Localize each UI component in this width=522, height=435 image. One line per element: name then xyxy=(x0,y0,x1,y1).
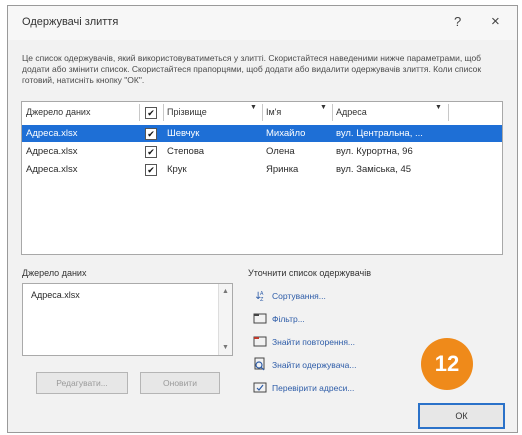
row-checkbox[interactable]: ✔ xyxy=(145,164,157,176)
find-recipient-link-label: Знайти одержувача... xyxy=(272,360,357,370)
filter-link[interactable]: Фільтр... xyxy=(253,311,373,327)
row-source: Адреса.xlsx xyxy=(26,164,78,175)
grid-header-row: Джерело даних ✔ Прізвище ▼ Ім'я ▼ Адреса… xyxy=(22,104,502,121)
data-source-label: Джерело даних xyxy=(22,268,87,278)
title-bar: Одержувачі злиття ? × xyxy=(8,6,517,40)
row-address: вул. Заміська, 45 xyxy=(336,164,412,175)
row-surname: Шевчук xyxy=(167,128,200,139)
refresh-button[interactable]: Оновити xyxy=(140,372,220,394)
find-duplicates-link[interactable]: Знайти повторення... xyxy=(253,334,393,350)
recipients-grid: Джерело даних ✔ Прізвище ▼ Ім'я ▼ Адреса… xyxy=(21,101,503,255)
instructions-text: Це список одержувачів, який використовув… xyxy=(22,53,482,85)
filter-icon xyxy=(253,313,267,324)
find-recipient-link[interactable]: Знайти одержувача... xyxy=(253,357,393,373)
row-name: Яринка xyxy=(266,164,299,175)
column-header-address[interactable]: Адреса xyxy=(332,104,449,121)
validate-addresses-icon xyxy=(253,382,267,393)
column-header-source[interactable]: Джерело даних xyxy=(22,104,140,121)
row-address: вул. Курортна, 96 xyxy=(336,146,413,157)
validate-addresses-link[interactable]: Перевірити адреси... xyxy=(253,380,393,396)
dialog-title: Одержувачі злиття xyxy=(22,16,119,28)
close-button[interactable]: × xyxy=(491,13,500,30)
sort-link[interactable]: ↓ A Z Сортування... xyxy=(253,288,373,304)
column-header-surname[interactable]: Прізвище xyxy=(163,104,263,121)
data-source-list[interactable]: Адреса.xlsx ▲ ▼ xyxy=(22,283,233,356)
filter-link-label: Фільтр... xyxy=(272,314,305,324)
table-row[interactable]: Адреса.xlsx ✔ Крук Яринка вул. Заміська,… xyxy=(22,161,502,178)
scroll-down-icon[interactable]: ▼ xyxy=(222,344,229,351)
row-name: Олена xyxy=(266,146,295,157)
data-source-scrollbar[interactable]: ▲ ▼ xyxy=(218,284,232,355)
sort-icon: ↓ A Z xyxy=(254,291,264,302)
validate-addresses-link-label: Перевірити адреси... xyxy=(272,383,355,393)
data-source-item[interactable]: Адреса.xlsx xyxy=(31,290,80,300)
row-source: Адреса.xlsx xyxy=(26,146,78,157)
row-name: Михайло xyxy=(266,128,306,139)
scroll-up-icon[interactable]: ▲ xyxy=(222,288,229,295)
refine-list-label: Уточнити список одержувачів xyxy=(248,268,371,278)
row-checkbox[interactable]: ✔ xyxy=(145,128,157,140)
name-dropdown-arrow-icon[interactable]: ▼ xyxy=(320,104,327,111)
ok-button[interactable]: ОК xyxy=(418,403,505,429)
table-row[interactable]: Адреса.xlsx ✔ Степова Олена вул. Курортн… xyxy=(22,143,502,160)
address-dropdown-arrow-icon[interactable]: ▼ xyxy=(435,104,442,111)
duplicates-icon xyxy=(253,336,267,347)
row-surname: Степова xyxy=(167,146,205,157)
row-address: вул. Центральна, ... xyxy=(336,128,423,139)
column-header-checkbox[interactable]: ✔ xyxy=(139,104,164,121)
find-duplicates-link-label: Знайти повторення... xyxy=(272,337,356,347)
svg-text:Z: Z xyxy=(260,297,264,302)
row-checkbox[interactable]: ✔ xyxy=(145,146,157,158)
edit-button[interactable]: Редагувати... xyxy=(36,372,128,394)
table-row[interactable]: Адреса.xlsx ✔ Шевчук Михайло вул. Центра… xyxy=(22,125,502,142)
select-all-checkbox[interactable]: ✔ xyxy=(145,107,157,119)
find-recipient-icon xyxy=(254,357,265,371)
row-surname: Крук xyxy=(167,164,187,175)
sort-link-label: Сортування... xyxy=(272,291,326,301)
surname-dropdown-arrow-icon[interactable]: ▼ xyxy=(250,104,257,111)
step-number-badge: 12 xyxy=(421,338,473,390)
row-source: Адреса.xlsx xyxy=(26,128,78,139)
help-button[interactable]: ? xyxy=(454,14,461,29)
